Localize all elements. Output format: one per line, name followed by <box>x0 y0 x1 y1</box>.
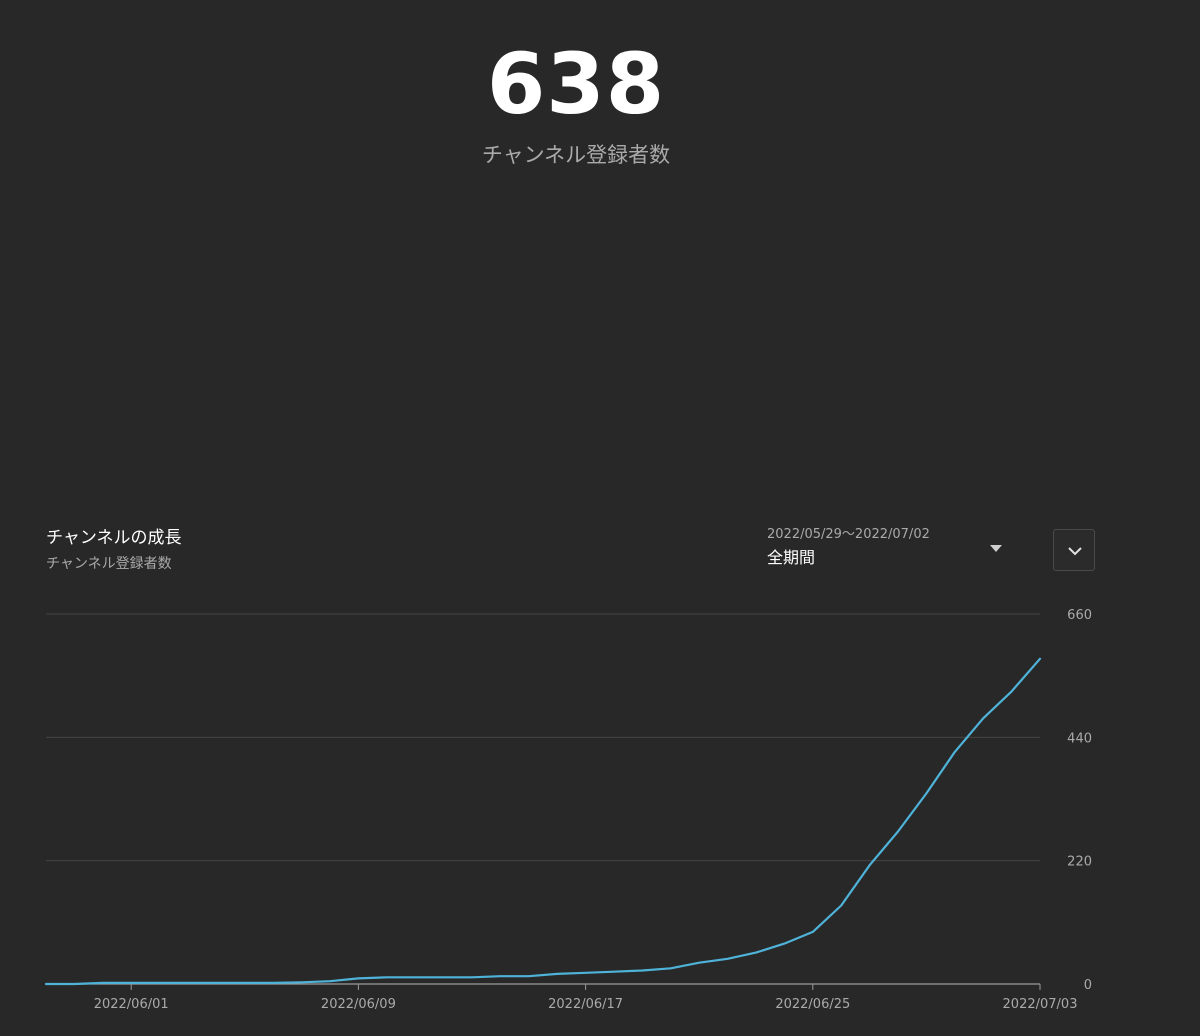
chevron-down-icon <box>1068 547 1082 556</box>
x-tick-label: 2022/07/03 <box>1003 997 1078 1012</box>
y-tick-label: 220 <box>1067 855 1092 870</box>
x-tick-label: 2022/06/25 <box>775 997 850 1012</box>
x-tick-label: 2022/06/17 <box>548 997 623 1012</box>
x-axis-ticks: 2022/06/01 2022/06/09 2022/06/17 2022/06/25… <box>94 984 1078 1012</box>
y-tick-label: 0 <box>1084 978 1092 993</box>
date-range-dropdown[interactable]: 2022/05/29〜2022/07/02 全期間 <box>767 525 1007 575</box>
chart-subtitle: チャンネル登録者数 <box>46 556 172 572</box>
chart-title: チャンネルの成長 <box>46 528 182 548</box>
y-tick-label: 440 <box>1067 731 1092 746</box>
series-line <box>44 657 1042 986</box>
subscriber-growth-chart: 0 220 440 660 2022/06/01 2022/06/09 2022/06/1… <box>44 608 1092 1012</box>
date-range-value: 全期間 <box>767 548 816 567</box>
chart-series <box>44 657 1042 986</box>
subscriber-count-label: チャンネル登録者数 <box>481 143 671 167</box>
x-tick-label: 2022/06/09 <box>321 997 396 1012</box>
y-tick-label: 660 <box>1067 608 1092 623</box>
x-tick-label: 2022/06/01 <box>94 997 169 1012</box>
date-range-dates: 2022/05/29〜2022/07/02 <box>767 527 930 542</box>
chart-grid <box>46 613 1040 985</box>
subscriber-count: 638 <box>486 35 666 133</box>
caret-down-icon <box>990 545 1002 552</box>
y-axis-ticks: 0 220 440 660 <box>1067 608 1092 993</box>
expand-button[interactable] <box>1053 529 1095 571</box>
